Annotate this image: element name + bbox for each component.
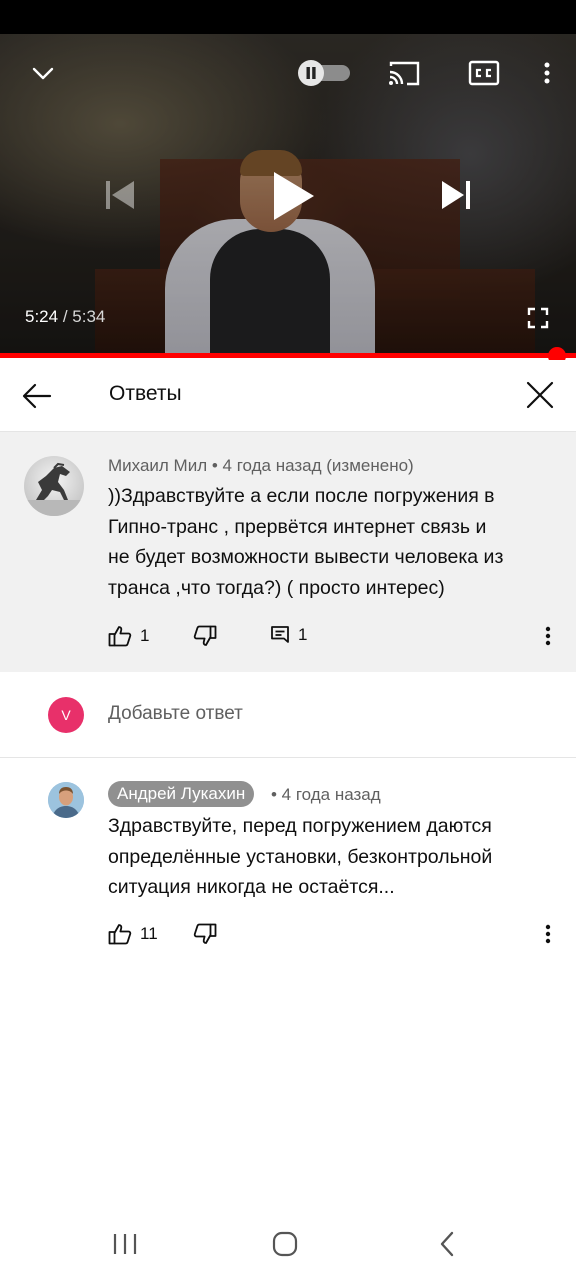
arrow-left-icon[interactable] xyxy=(22,382,52,410)
author-badge[interactable]: Андрей Лукахин xyxy=(108,781,255,807)
more-vert-icon[interactable] xyxy=(544,923,552,945)
avatar[interactable] xyxy=(48,782,84,818)
cc-icon[interactable] xyxy=(468,58,500,88)
comment-icon xyxy=(271,626,289,643)
autoplay-toggle[interactable] xyxy=(296,60,352,86)
comment-timestamp: • 4 года назад (изменено) xyxy=(207,456,414,475)
reply-timestamp: • 4 года назад xyxy=(271,785,381,804)
parent-comment: Михаил Мил • 4 года назад (изменено) ))З… xyxy=(0,432,576,672)
home-icon[interactable] xyxy=(271,1230,299,1258)
close-icon[interactable] xyxy=(524,379,556,411)
time-separator: / xyxy=(62,307,68,326)
user-avatar: V xyxy=(48,697,84,733)
thumb-up-icon xyxy=(108,924,132,945)
skip-previous-icon[interactable] xyxy=(100,175,140,215)
replies-header: Ответы xyxy=(0,360,576,432)
pause-icon xyxy=(306,67,310,79)
like-count: 11 xyxy=(140,924,158,943)
like-count: 1 xyxy=(140,626,150,645)
comment-author[interactable]: Михаил Мил xyxy=(108,456,207,475)
dislike-button[interactable] xyxy=(193,625,217,647)
like-button[interactable]: 11 xyxy=(108,923,158,945)
comment-text: ))Здравствуйте а если после погружения в… xyxy=(108,485,504,599)
replies-button[interactable]: 1 xyxy=(270,625,307,645)
reply-count: 1 xyxy=(298,625,308,644)
current-time: 5:24 xyxy=(25,307,59,326)
system-nav-bar xyxy=(0,1210,576,1280)
chevron-down-icon[interactable] xyxy=(28,58,58,88)
thumb-down-icon xyxy=(193,923,217,944)
reply-text: Здравствуйте, перед погружением даются о… xyxy=(108,815,493,898)
play-icon[interactable] xyxy=(266,168,318,224)
recents-icon[interactable] xyxy=(112,1232,138,1256)
skip-next-icon[interactable] xyxy=(436,175,476,215)
time-display: 5:24 / 5:34 xyxy=(25,307,105,327)
add-reply-row: V Добавьте ответ xyxy=(0,672,576,758)
duration: 5:34 xyxy=(72,307,106,326)
like-button[interactable]: 1 xyxy=(108,625,149,647)
comment-meta: Михаил Мил • 4 года назад (изменено) xyxy=(108,456,414,476)
avatar[interactable] xyxy=(24,456,84,516)
more-vert-icon[interactable] xyxy=(544,625,552,647)
thumb-down-icon xyxy=(193,625,217,646)
page-title: Ответы xyxy=(109,382,182,405)
reply-comment: Андрей Лукахин • 4 года назад Здравствуй… xyxy=(0,759,576,979)
reply-input[interactable]: Добавьте ответ xyxy=(108,703,243,725)
video-player[interactable]: 5:24 / 5:34 xyxy=(0,34,576,354)
progress-bar[interactable] xyxy=(0,353,576,358)
status-bar xyxy=(0,0,576,34)
cast-icon[interactable] xyxy=(386,58,422,88)
more-vert-icon[interactable] xyxy=(536,58,558,88)
back-icon[interactable] xyxy=(437,1230,457,1258)
fullscreen-icon[interactable] xyxy=(524,304,552,332)
thumb-up-icon xyxy=(108,626,132,647)
dislike-button[interactable] xyxy=(193,923,217,945)
